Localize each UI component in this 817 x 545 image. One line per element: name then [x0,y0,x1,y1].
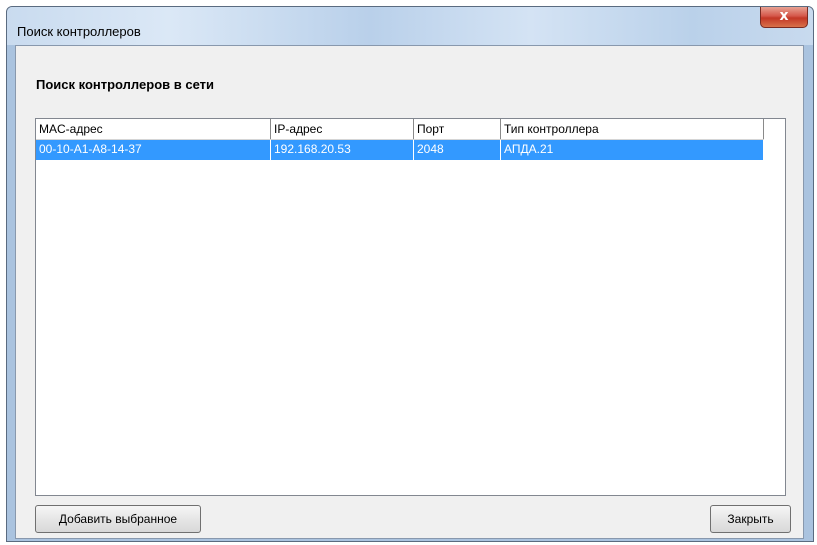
cell-port: 2048 [414,140,501,160]
window-title: Поиск контроллеров [17,24,141,39]
column-header-ip[interactable]: IP-адрес [271,119,414,139]
cell-ip: 192.168.20.53 [271,140,414,160]
close-button[interactable]: Закрыть [710,505,791,533]
close-window-button[interactable]: x [760,7,808,28]
close-icon: x [779,8,789,24]
column-header-mac[interactable]: MAC-адрес [36,119,271,139]
cell-mac: 00-10-A1-A8-14-37 [36,140,271,160]
dialog-client-area: Поиск контроллеров в сети MAC-адрес IP-а… [15,45,804,539]
column-header-port[interactable]: Порт [414,119,501,139]
cell-type: АПДА.21 [501,140,764,160]
section-title: Поиск контроллеров в сети [36,77,214,92]
list-header: MAC-адрес IP-адрес Порт Тип контроллера [36,119,764,140]
column-header-type[interactable]: Тип контроллера [501,119,764,139]
table-row[interactable]: 00-10-A1-A8-14-37 192.168.20.53 2048 АПД… [36,140,764,160]
controllers-list[interactable]: MAC-адрес IP-адрес Порт Тип контроллера … [35,118,786,496]
dialog-window: Поиск контроллеров x Поиск контроллеров … [6,6,814,542]
title-bar[interactable]: Поиск контроллеров x [7,7,813,45]
add-selected-button[interactable]: Добавить выбранное [35,505,201,533]
